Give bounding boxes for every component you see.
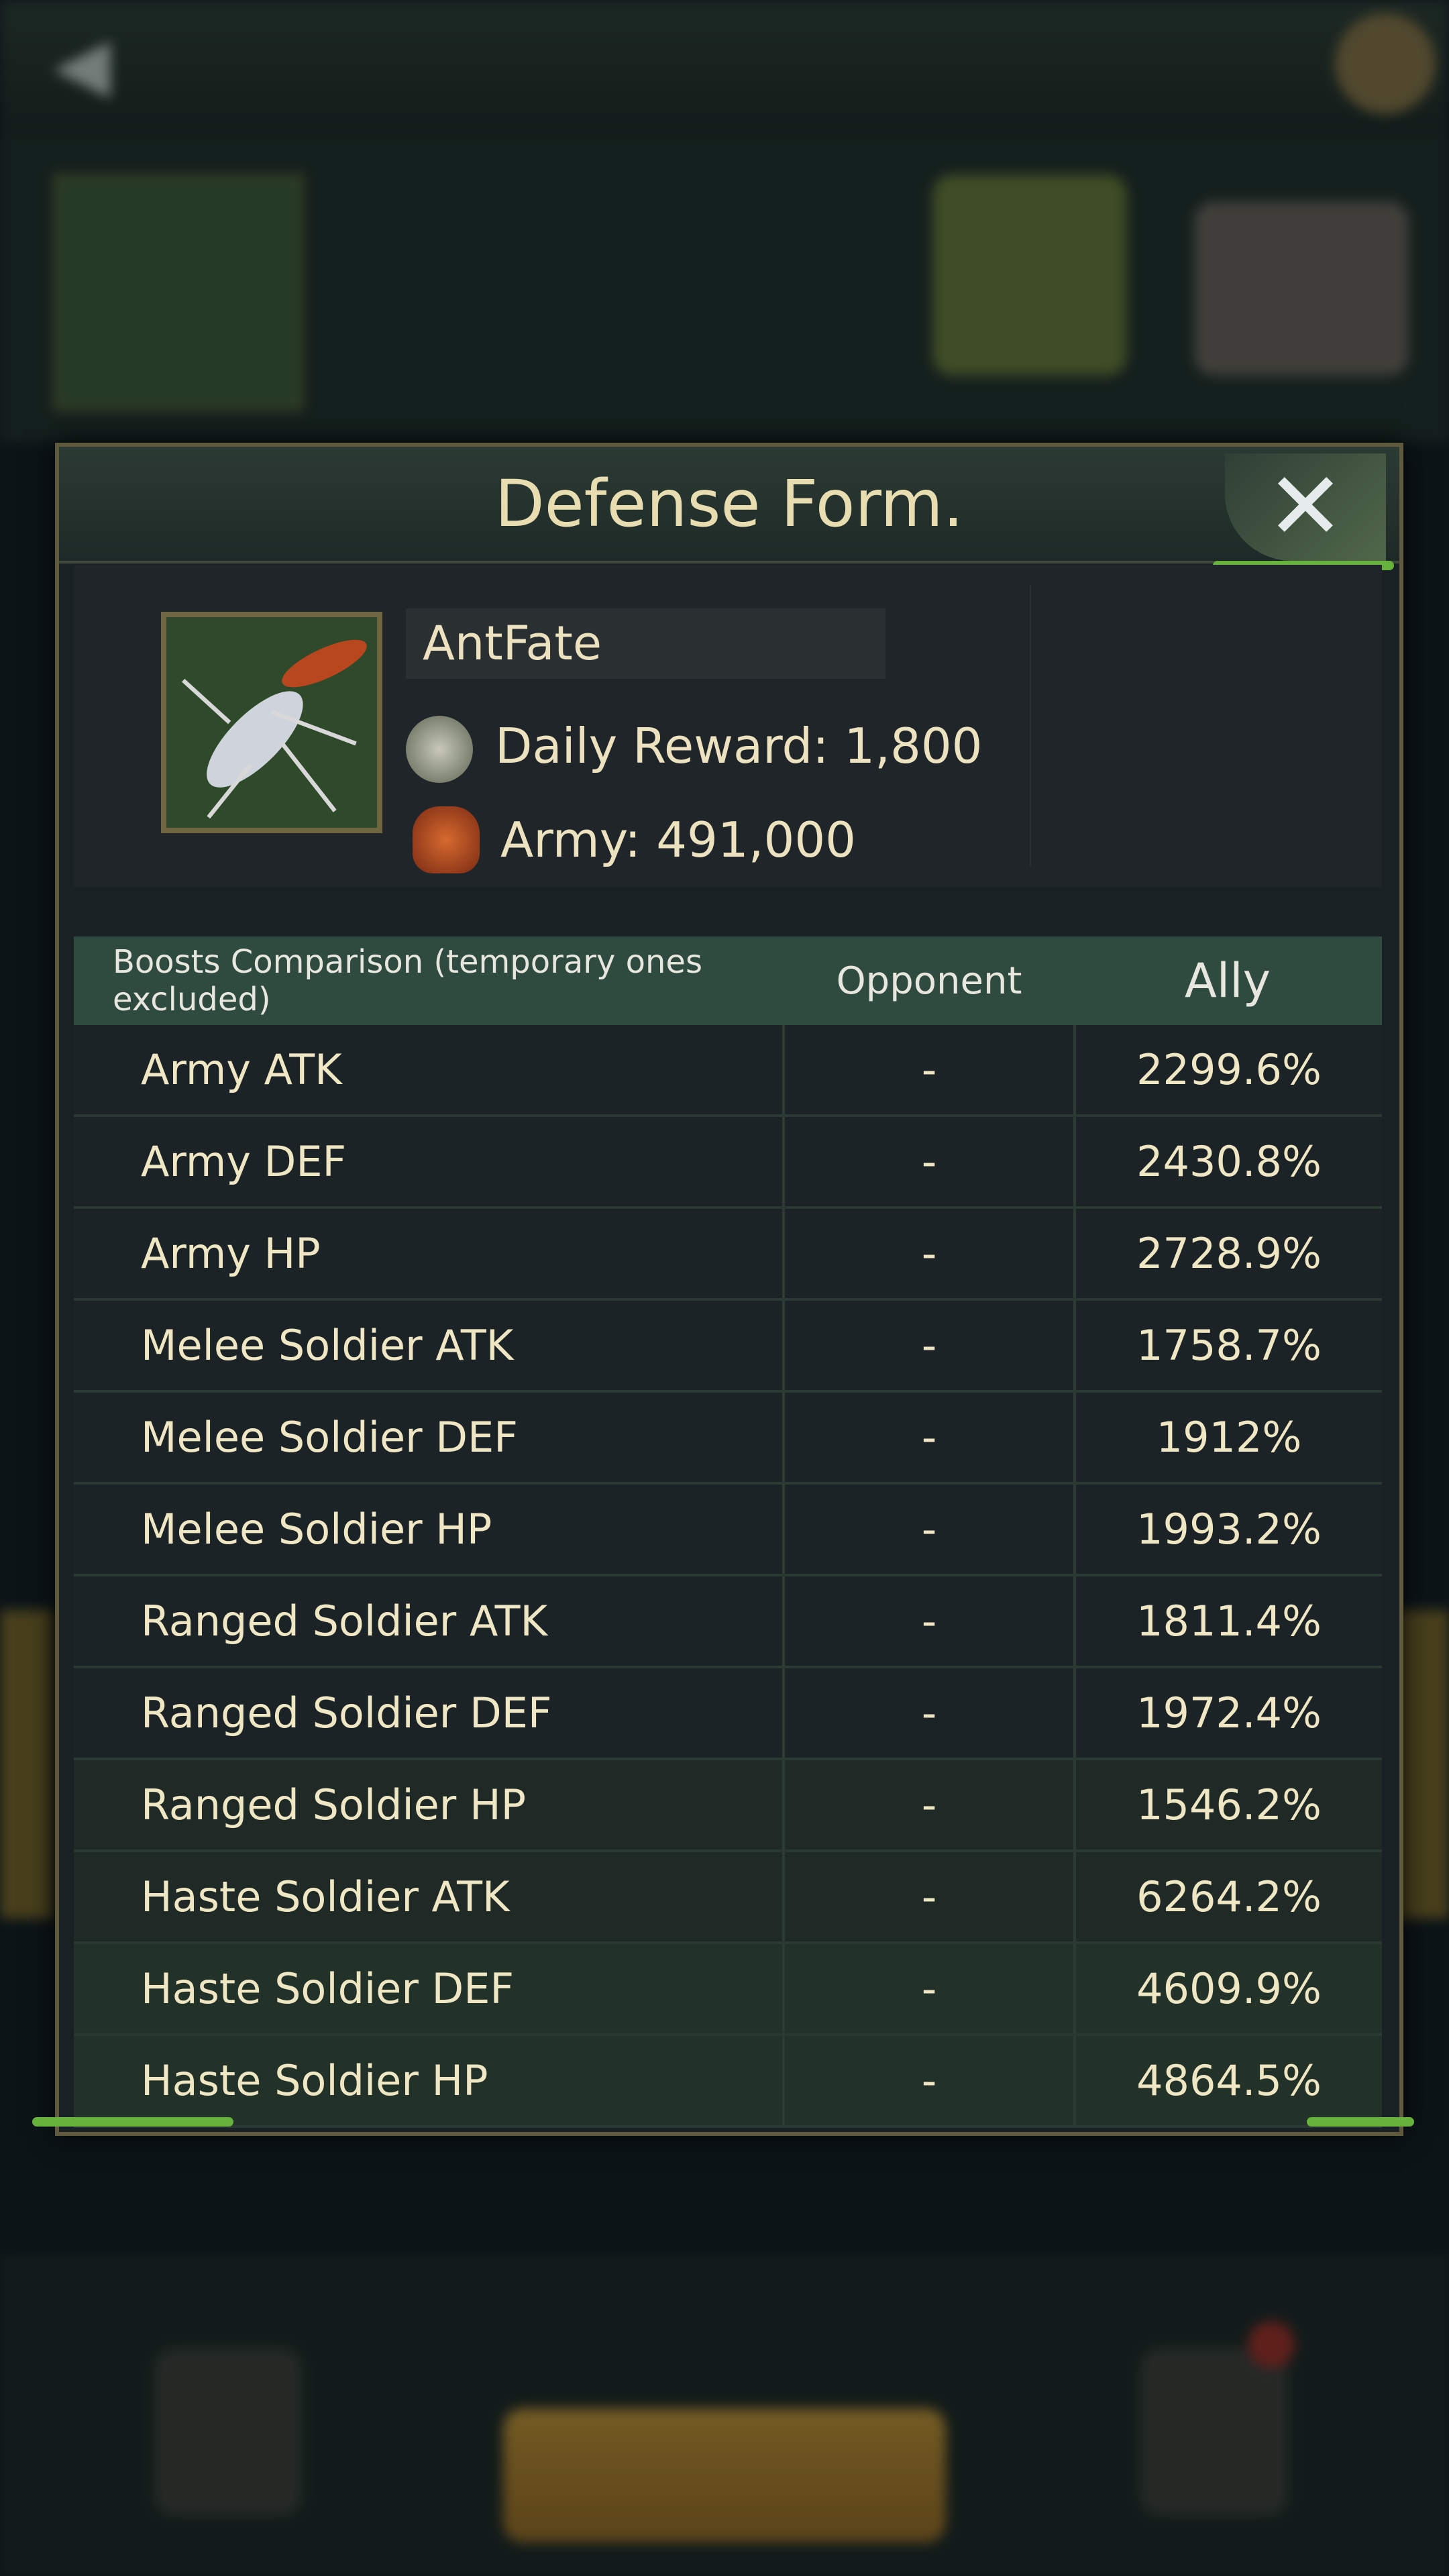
boost-name: Ranged Soldier DEF bbox=[74, 1668, 785, 1758]
army-ant-icon bbox=[413, 806, 480, 873]
ally-value: 2430.8% bbox=[1136, 1137, 1322, 1186]
opponent-value: - bbox=[785, 1025, 1076, 1114]
table-row: Army ATK - 2299.6% bbox=[74, 1025, 1382, 1117]
table-row: Melee Soldier DEF - 1912% bbox=[74, 1393, 1382, 1485]
ally-value: 1546.2% bbox=[1136, 1780, 1322, 1829]
table-header: Boosts Comparison (temporary ones exclud… bbox=[74, 936, 1382, 1025]
ally-value: 4864.5% bbox=[1136, 2056, 1322, 2105]
opponent-value: - bbox=[785, 1393, 1076, 1482]
background-right-button bbox=[1140, 2348, 1288, 2516]
ally-value: 1972.4% bbox=[1136, 1688, 1322, 1737]
ally-value: 6264.2% bbox=[1136, 1872, 1322, 1921]
table-row: Haste Soldier HP - 4864.5% bbox=[74, 2036, 1382, 2128]
player-info-panel: AntFate Daily Reward: 1,800 Army: 491,00… bbox=[74, 565, 1382, 887]
table-row: Ranged Soldier DEF - 1972.4% bbox=[74, 1668, 1382, 1760]
boost-name: Haste Soldier ATK bbox=[74, 1852, 785, 1941]
daily-reward: Daily Reward: 1,800 bbox=[495, 718, 983, 774]
close-icon: ✕ bbox=[1266, 452, 1345, 561]
modal-title-bar: Defense Form. ✕ bbox=[59, 447, 1399, 564]
defense-form-modal: Defense Form. ✕ AntFate Daily Reward: 1,… bbox=[32, 443, 1414, 2136]
boost-name: Army HP bbox=[74, 1209, 785, 1298]
background-notification-dot bbox=[1248, 2321, 1295, 2368]
opponent-value: - bbox=[785, 1485, 1076, 1574]
ally-value: 2299.6% bbox=[1136, 1045, 1322, 1094]
ally-value: 2728.9% bbox=[1136, 1229, 1322, 1278]
boost-name: Haste Soldier HP bbox=[74, 2036, 785, 2125]
table-row: Army HP - 2728.9% bbox=[74, 1209, 1382, 1301]
close-button[interactable]: ✕ bbox=[1225, 453, 1386, 561]
opponent-value: - bbox=[785, 1209, 1076, 1298]
boost-name: Haste Soldier DEF bbox=[74, 1944, 785, 2033]
modal-title: Defense Form. bbox=[494, 466, 964, 541]
column-header-ally: Ally bbox=[1184, 953, 1271, 1008]
ally-value: 1993.2% bbox=[1136, 1505, 1322, 1554]
vine-decoration bbox=[32, 2117, 233, 2127]
table-row: Haste Soldier DEF - 4609.9% bbox=[74, 1944, 1382, 2036]
opponent-value: - bbox=[785, 1852, 1076, 1941]
opponent-value: - bbox=[785, 1944, 1076, 2033]
table-row: Melee Soldier ATK - 1758.7% bbox=[74, 1301, 1382, 1393]
table-row: Army DEF - 2430.8% bbox=[74, 1117, 1382, 1209]
background-left-button bbox=[154, 2348, 302, 2516]
opponent-value: - bbox=[785, 1760, 1076, 1849]
ant-avatar[interactable] bbox=[161, 612, 382, 833]
background-back-icon: ◀ bbox=[54, 21, 111, 107]
ant-avatar-icon bbox=[166, 617, 377, 828]
background-side-tab bbox=[0, 1610, 54, 1919]
boost-name: Melee Soldier HP bbox=[74, 1485, 785, 1574]
boost-name: Ranged Soldier ATK bbox=[74, 1576, 785, 1666]
ally-value: 4609.9% bbox=[1136, 1964, 1322, 2013]
background-side-tab bbox=[1395, 1610, 1449, 1919]
background-chest-icon bbox=[1194, 201, 1409, 376]
opponent-value: - bbox=[785, 1668, 1076, 1758]
boost-name: Melee Soldier ATK bbox=[74, 1301, 785, 1390]
boost-name: Army DEF bbox=[74, 1117, 785, 1206]
boost-name: Army ATK bbox=[74, 1025, 785, 1114]
divider bbox=[1030, 585, 1031, 867]
army-size: Army: 491,000 bbox=[500, 812, 856, 868]
opponent-value: - bbox=[785, 2036, 1076, 2125]
column-header-opponent: Opponent bbox=[836, 959, 1022, 1003]
boost-name: Melee Soldier DEF bbox=[74, 1393, 785, 1482]
ally-value: 1758.7% bbox=[1136, 1321, 1322, 1370]
player-name: AntFate bbox=[423, 616, 602, 671]
reward-coin-icon bbox=[406, 716, 473, 783]
table-row: Ranged Soldier ATK - 1811.4% bbox=[74, 1576, 1382, 1668]
boost-name: Ranged Soldier HP bbox=[74, 1760, 785, 1849]
table-row: Haste Soldier ATK - 6264.2% bbox=[74, 1852, 1382, 1944]
table-body: Army ATK -2299.6% Army DEF -2430.8% Army HP -… bbox=[74, 1025, 1382, 2128]
column-header-boost: Boosts Comparison (temporary ones exclud… bbox=[113, 943, 702, 1018]
ally-value: 1912% bbox=[1156, 1413, 1302, 1462]
opponent-value: - bbox=[785, 1117, 1076, 1206]
background-portrait bbox=[54, 174, 303, 411]
vine-decoration bbox=[1307, 2117, 1414, 2127]
background-chest-icon bbox=[932, 174, 1127, 376]
table-row: Ranged Soldier HP - 1546.2% bbox=[74, 1760, 1382, 1852]
background-coin-icon bbox=[1335, 13, 1436, 114]
opponent-value: - bbox=[785, 1301, 1076, 1390]
background-challenge-button bbox=[503, 2408, 946, 2542]
opponent-value: - bbox=[785, 1576, 1076, 1666]
boosts-table: Boosts Comparison (temporary ones exclud… bbox=[74, 936, 1382, 2128]
ally-value: 1811.4% bbox=[1136, 1597, 1322, 1646]
background-header bbox=[0, 0, 1449, 134]
table-row: Melee Soldier HP - 1993.2% bbox=[74, 1485, 1382, 1576]
